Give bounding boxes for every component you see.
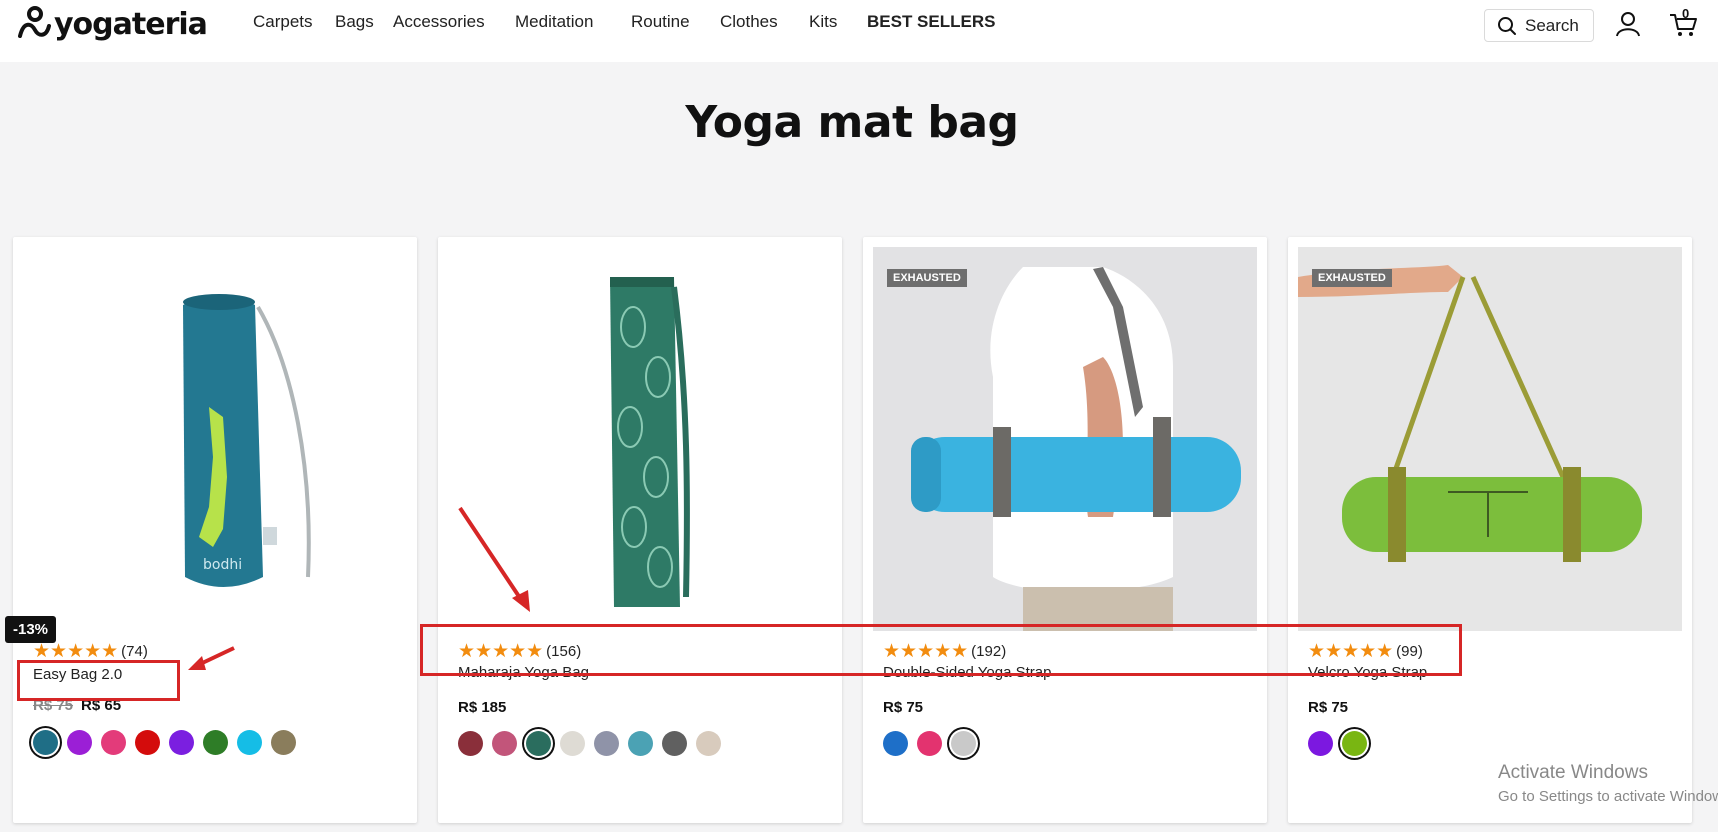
color-swatch[interactable] <box>237 730 262 755</box>
product-price: R$ 75 <box>883 699 923 716</box>
annotation-arrow-icon <box>458 506 530 612</box>
nav-meditation[interactable]: Meditation <box>515 12 593 32</box>
color-swatch[interactable] <box>203 730 228 755</box>
svg-text:bodhi: bodhi <box>203 557 242 573</box>
nav-routine[interactable]: Routine <box>631 12 690 32</box>
product-card[interactable]: EXHAUSTED ★★★★★ (99) Velcro Yoga Strap R… <box>1288 237 1692 823</box>
watermark-title: Activate Windows <box>1498 762 1648 783</box>
product-image[interactable]: EXHAUSTED <box>873 247 1257 631</box>
color-swatch[interactable] <box>169 730 194 755</box>
product-rating: ★★★★★ (74) <box>33 642 148 661</box>
exhausted-badge: EXHAUSTED <box>1312 269 1392 287</box>
color-swatches <box>883 731 985 756</box>
yoga-bag-image: bodhi <box>23 247 407 631</box>
color-swatch[interactable] <box>1308 731 1333 756</box>
color-swatches <box>458 731 730 756</box>
watermark-subtitle: Go to Settings to activate Windows. <box>1498 788 1718 805</box>
color-swatch[interactable] <box>526 731 551 756</box>
color-swatch[interactable] <box>883 731 908 756</box>
yogateria-logo-icon <box>18 6 51 38</box>
color-swatch[interactable] <box>628 731 653 756</box>
site-header: yogateria Carpets Bags Accessories Medit… <box>0 0 1718 62</box>
color-swatch[interactable] <box>662 731 687 756</box>
exhausted-badge: EXHAUSTED <box>887 269 967 287</box>
product-price: R$ 185 <box>458 699 506 716</box>
nav-bags[interactable]: Bags <box>335 12 374 32</box>
color-swatch[interactable] <box>560 731 585 756</box>
logo[interactable]: yogateria <box>16 6 208 42</box>
account-icon[interactable] <box>1614 10 1642 38</box>
color-swatch[interactable] <box>67 730 92 755</box>
product-image[interactable]: bodhi <box>23 247 407 631</box>
color-swatch[interactable] <box>271 730 296 755</box>
search-label: Search <box>1525 15 1579 35</box>
yoga-strap-image <box>873 247 1257 631</box>
color-swatch[interactable] <box>696 731 721 756</box>
annotation-box-rating <box>17 660 180 701</box>
review-count: (74) <box>121 643 148 660</box>
color-swatch[interactable] <box>33 730 58 755</box>
color-swatches <box>33 730 305 755</box>
discount-badge: -13% <box>5 616 57 643</box>
page-title: Yoga mat bag <box>685 97 1019 148</box>
windows-activation-watermark: Activate Windows Go to Settings to activ… <box>1498 762 1718 805</box>
nav-best-sellers[interactable]: BEST SELLERS <box>867 12 995 32</box>
product-card[interactable]: bodhi ★★★★★ (74) Easy Bag 2.0 R$ 75 R$ 65 <box>13 237 417 823</box>
nav-clothes[interactable]: Clothes <box>720 12 778 32</box>
color-swatch[interactable] <box>594 731 619 756</box>
annotation-box-ratings-row <box>420 624 1462 676</box>
color-swatch[interactable] <box>101 730 126 755</box>
color-swatch[interactable] <box>1342 731 1367 756</box>
current-price: R$ 75 <box>883 699 924 716</box>
color-swatch[interactable] <box>492 731 517 756</box>
product-image[interactable]: EXHAUSTED <box>1298 247 1682 631</box>
cart-count: 0 <box>1682 6 1690 21</box>
nav-kits[interactable]: Kits <box>809 12 837 32</box>
nav-accessories[interactable]: Accessories <box>393 12 485 32</box>
search-icon <box>1498 16 1516 35</box>
product-card[interactable]: EXHAUSTED ★★★★★ (192) Double-Sided Yoga … <box>863 237 1267 823</box>
color-swatches <box>1308 731 1376 756</box>
nav-carpets[interactable]: Carpets <box>253 12 313 32</box>
color-swatch[interactable] <box>917 731 942 756</box>
yoga-strap-image <box>1298 247 1682 631</box>
brand-name: yogateria <box>54 6 208 42</box>
color-swatch[interactable] <box>951 731 976 756</box>
star-icon: ★★★★★ <box>33 641 119 662</box>
current-price: R$ 185 <box>458 699 507 716</box>
color-swatch[interactable] <box>458 731 483 756</box>
current-price: R$ 75 <box>1308 699 1349 716</box>
search-button[interactable]: Search <box>1484 9 1594 42</box>
product-price: R$ 75 <box>1308 699 1348 716</box>
annotation-arrow-icon <box>188 646 235 670</box>
color-swatch[interactable] <box>135 730 160 755</box>
